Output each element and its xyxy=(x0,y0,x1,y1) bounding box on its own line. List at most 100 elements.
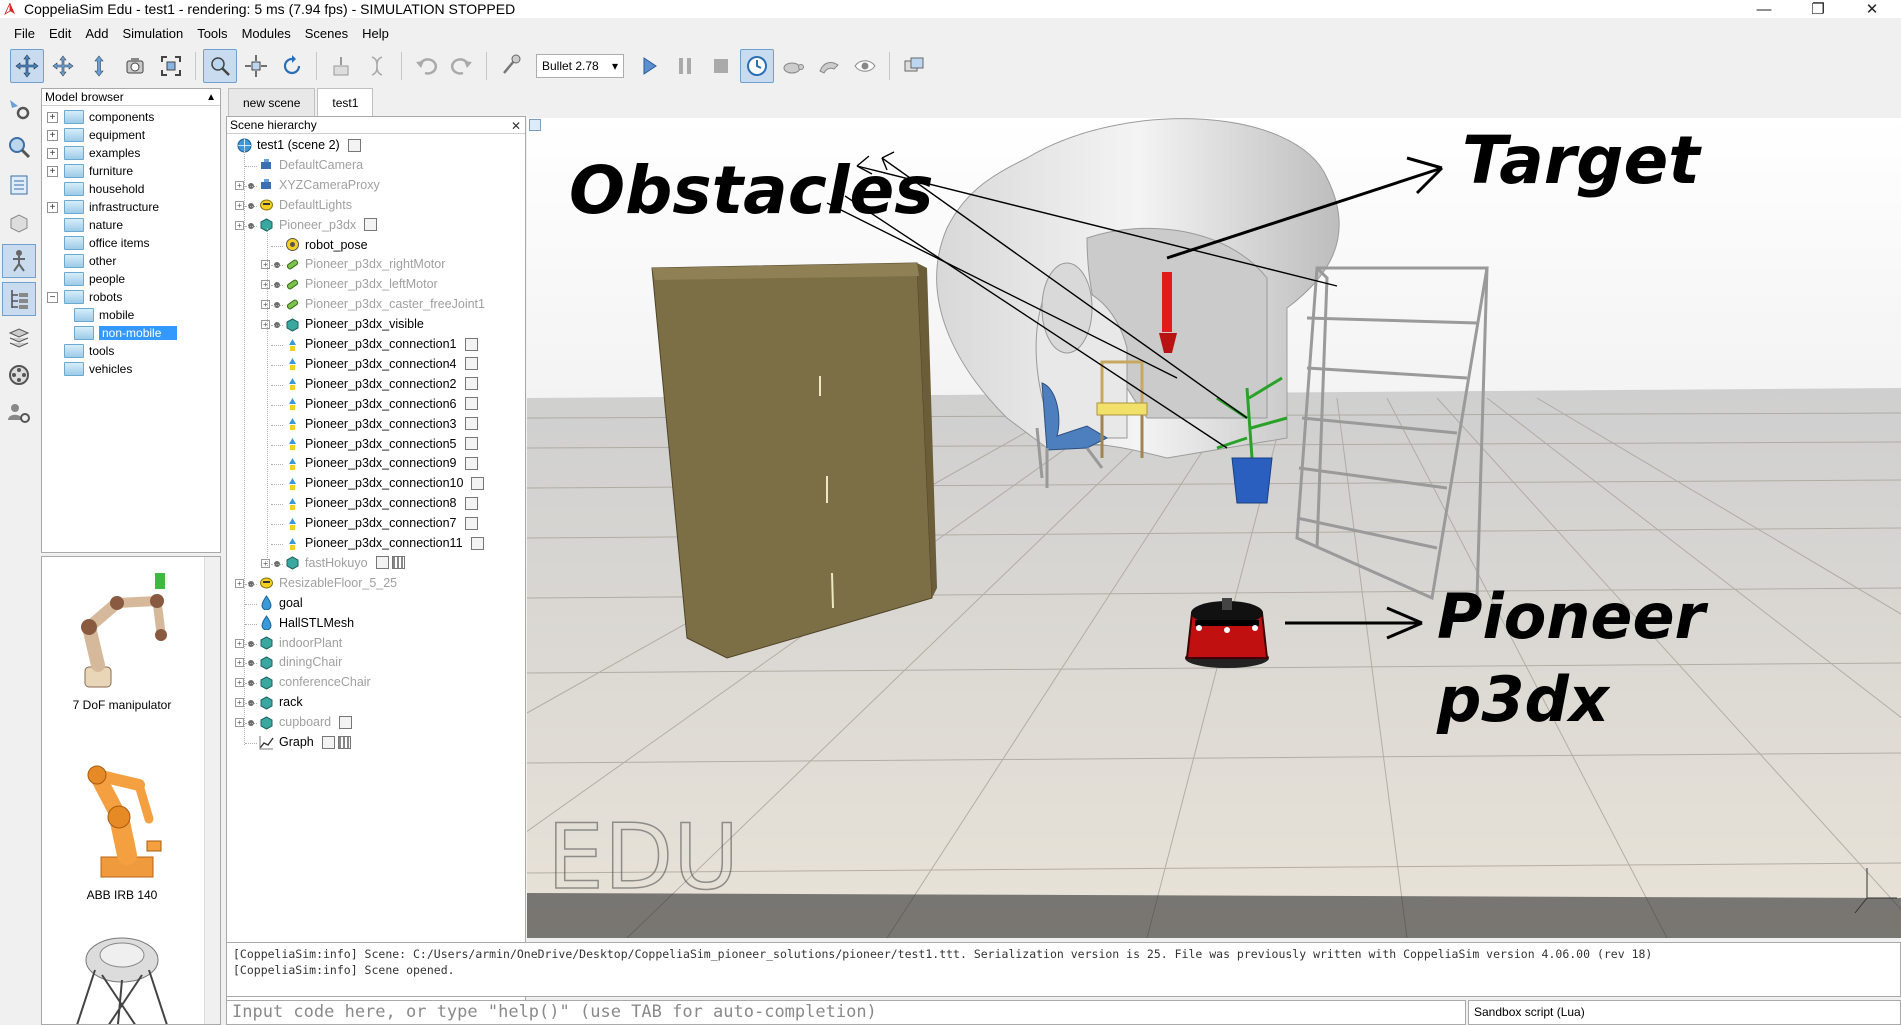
menu-simulation[interactable]: Simulation xyxy=(116,26,191,41)
viewport-menu-icon[interactable] xyxy=(529,119,541,131)
expand-icon[interactable]: + xyxy=(47,111,58,123)
scene-object-DefaultLights[interactable]: DefaultLights xyxy=(259,196,352,214)
scene-object-HallSTLMesh[interactable]: HallSTLMesh xyxy=(259,614,354,632)
scene-object-goal[interactable]: goal xyxy=(259,594,303,612)
page-selector-button[interactable] xyxy=(897,49,931,83)
tab-new-scene[interactable]: new scene xyxy=(228,88,316,116)
video-recorder-icon[interactable] xyxy=(2,358,36,392)
expand-icon[interactable] xyxy=(47,364,58,375)
slower-button[interactable] xyxy=(776,49,810,83)
scroll-up-icon[interactable]: ▲ xyxy=(206,89,216,106)
expand-icon[interactable] xyxy=(47,274,58,285)
expand-icon[interactable]: + xyxy=(235,180,244,190)
scene-object-Pioneer_p3dx_connection7[interactable]: Pioneer_p3dx_connection7 xyxy=(285,514,478,532)
script-icon[interactable] xyxy=(464,357,478,371)
assemble-icon[interactable] xyxy=(324,49,358,83)
scene-object-Pioneer_p3dx_leftMotor[interactable]: Pioneer_p3dx_leftMotor xyxy=(285,275,438,293)
search-icon[interactable] xyxy=(2,130,36,164)
menu-help[interactable]: Help xyxy=(355,26,396,41)
scene-object-Pioneer_p3dx_connection2[interactable]: Pioneer_p3dx_connection2 xyxy=(285,375,478,393)
script-icon[interactable] xyxy=(464,456,478,470)
expand-icon[interactable] xyxy=(47,220,58,231)
scene-object-indoorPlant[interactable]: indoorPlant xyxy=(259,634,342,652)
expand-icon[interactable]: + xyxy=(261,320,270,330)
model-folder-components[interactable]: + components xyxy=(42,108,220,126)
scene-object-Graph[interactable]: Graph xyxy=(259,733,351,751)
menu-file[interactable]: File xyxy=(7,26,42,41)
script-icon[interactable] xyxy=(347,138,361,152)
scene-object-Pioneer_p3dx_connection10[interactable]: Pioneer_p3dx_connection10 xyxy=(285,474,485,492)
expand-icon[interactable]: + xyxy=(235,200,244,210)
fit-to-view-icon[interactable] xyxy=(154,49,188,83)
scene-object-Pioneer_p3dx_connection1[interactable]: Pioneer_p3dx_connection1 xyxy=(285,335,478,353)
scene-hierarchy-toggle-icon[interactable] xyxy=(2,282,36,316)
expand-icon[interactable]: + xyxy=(261,280,270,290)
camera-shift-icon[interactable] xyxy=(82,49,116,83)
expand-icon[interactable]: + xyxy=(47,147,58,159)
scene-viewport[interactable]: EDU Obstacles Target Pioneer p3dx xyxy=(527,118,1901,938)
expand-icon[interactable]: + xyxy=(235,578,244,588)
scene-object-Pioneer_p3dx_connection5[interactable]: Pioneer_p3dx_connection5 xyxy=(285,435,478,453)
camera-angle-icon[interactable] xyxy=(118,49,152,83)
script-icon[interactable] xyxy=(464,337,478,351)
dynamics-icon[interactable] xyxy=(494,49,528,83)
scene-object-Pioneer_p3dx_visible[interactable]: Pioneer_p3dx_visible xyxy=(285,315,424,333)
scene-object-conferenceChair[interactable]: conferenceChair xyxy=(259,673,371,691)
expand-icon[interactable]: + xyxy=(261,558,270,568)
tab-test1[interactable]: test1 xyxy=(317,88,374,116)
properties-icon[interactable] xyxy=(2,168,36,202)
model-folder-non-mobile[interactable]: non-mobile xyxy=(42,324,220,342)
visualization-button[interactable] xyxy=(848,49,882,83)
expand-icon[interactable]: + xyxy=(261,260,270,270)
scene-object-robot_pose[interactable]: robot_pose xyxy=(285,236,368,254)
scene-object-Pioneer_p3dx[interactable]: Pioneer_p3dx xyxy=(259,216,378,234)
stop-simulation-button[interactable] xyxy=(704,49,738,83)
scene-object-ResizableFloor_5_25[interactable]: ResizableFloor_5_25 xyxy=(259,574,397,592)
scene-object-diningChair[interactable]: diningChair xyxy=(259,653,342,671)
model-folder-infrastructure[interactable]: + infrastructure xyxy=(42,198,220,216)
code-input[interactable]: Input code here, or type "help()" (use T… xyxy=(226,1000,1466,1025)
user-settings-icon[interactable] xyxy=(2,396,36,430)
redo-icon[interactable] xyxy=(445,49,479,83)
camera-pan-icon[interactable] xyxy=(10,49,44,83)
scene-object-Pioneer_p3dx_connection4[interactable]: Pioneer_p3dx_connection4 xyxy=(285,355,478,373)
scene-object-Pioneer_p3dx_connection3[interactable]: Pioneer_p3dx_connection3 xyxy=(285,415,478,433)
expand-icon[interactable]: + xyxy=(235,718,244,728)
scene-object-Pioneer_p3dx_connection8[interactable]: Pioneer_p3dx_connection8 xyxy=(285,494,478,512)
model-browser-toggle-icon[interactable] xyxy=(2,244,36,278)
pause-simulation-button[interactable] xyxy=(668,49,702,83)
expand-icon[interactable]: + xyxy=(235,220,244,230)
expand-icon[interactable] xyxy=(47,256,58,267)
close-button[interactable]: ✕ xyxy=(1849,0,1895,18)
script-icon[interactable] xyxy=(471,476,485,490)
script-icon[interactable] xyxy=(321,735,335,749)
collapse-icon[interactable]: − xyxy=(47,291,58,303)
model-folder-people[interactable]: people xyxy=(42,270,220,288)
menu-add[interactable]: Add xyxy=(78,26,115,41)
shape-edit-icon[interactable] xyxy=(2,206,36,240)
model-folder-equipment[interactable]: + equipment xyxy=(42,126,220,144)
script-icon[interactable] xyxy=(464,397,478,411)
model-folder-vehicles[interactable]: vehicles xyxy=(42,360,220,378)
close-icon[interactable]: ✕ xyxy=(511,118,521,135)
scene-object-Pioneer_p3dx_rightMotor[interactable]: Pioneer_p3dx_rightMotor xyxy=(285,255,445,273)
scene-object-DefaultCamera[interactable]: DefaultCamera xyxy=(259,156,363,174)
simulation-settings-icon[interactable] xyxy=(2,92,36,126)
model-folder-robots[interactable]: − robots xyxy=(42,288,220,306)
menu-modules[interactable]: Modules xyxy=(235,26,298,41)
faster-button[interactable] xyxy=(812,49,846,83)
object-rotate-icon[interactable] xyxy=(275,49,309,83)
script-icon[interactable] xyxy=(464,496,478,510)
scene-object-cupboard[interactable]: cupboard xyxy=(259,713,353,731)
model-thumb-delta[interactable] xyxy=(42,925,202,1024)
model-folder-examples[interactable]: + examples xyxy=(42,144,220,162)
thumbnail-scrollbar[interactable] xyxy=(204,557,220,1024)
expand-icon[interactable] xyxy=(47,238,58,249)
physics-engine-select[interactable]: Bullet 2.78 ▾ xyxy=(536,54,624,78)
model-folder-other[interactable]: other xyxy=(42,252,220,270)
scene-object-Pioneer_p3dx_connection11[interactable]: Pioneer_p3dx_connection11 xyxy=(285,534,484,552)
object-shift-icon[interactable] xyxy=(239,49,273,83)
expand-icon[interactable] xyxy=(47,184,58,195)
scene-object-XYZCameraProxy[interactable]: XYZCameraProxy xyxy=(259,176,380,194)
scene-object-rack[interactable]: rack xyxy=(259,693,303,711)
